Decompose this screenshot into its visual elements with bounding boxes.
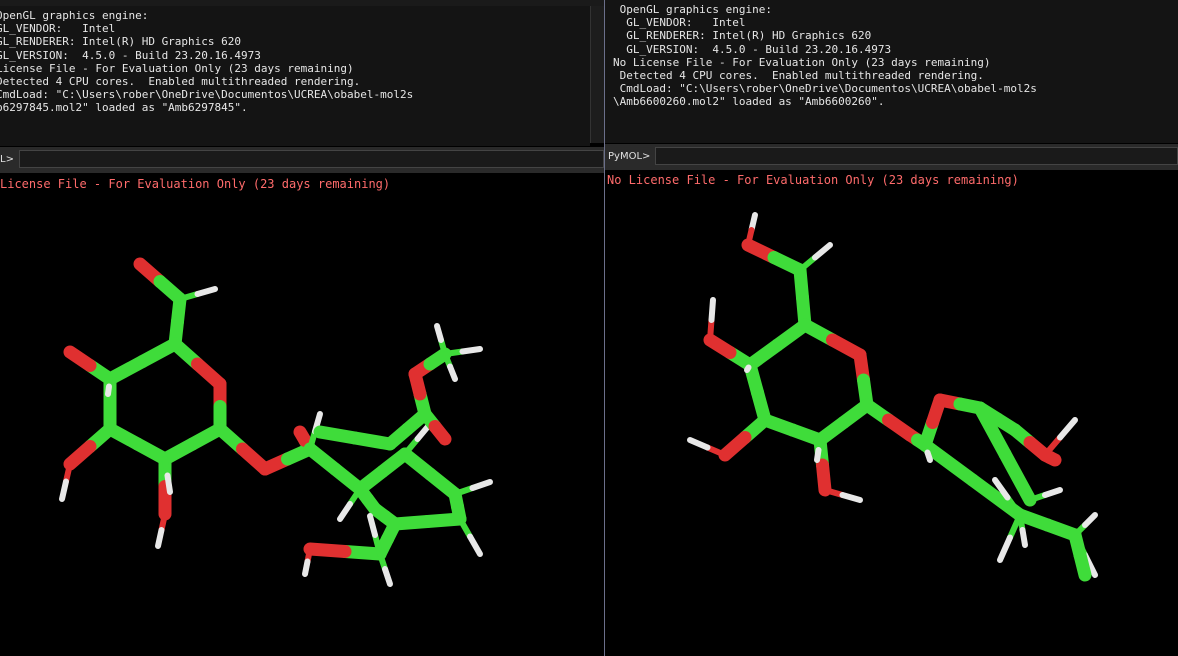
console-line: CmdLoad: "C:\Users\rober\OneDrive\Docume… [0, 88, 414, 102]
bond [434, 323, 444, 343]
console-line: Detected 4 CPU cores. Enabled multithrea… [0, 75, 361, 89]
bond [447, 363, 458, 382]
console-output: OpenGL graphics engine: GL_VENDOR: Intel… [605, 0, 1178, 143]
bond [164, 472, 173, 495]
bond [1073, 548, 1092, 582]
console-line: No License File - For Evaluation Only (2… [613, 55, 991, 69]
bond [155, 527, 165, 549]
console-line: GL_RENDERER: Intel(R) HD Graphics 620 [0, 35, 242, 49]
bond [337, 501, 353, 522]
bond [303, 542, 352, 558]
bond [707, 317, 715, 343]
console-line: b6297845.mol2" loaded as "Amb6297845". [0, 101, 248, 115]
command-bar: PyMOL> [605, 144, 1178, 170]
bond [368, 502, 392, 523]
command-input[interactable] [655, 147, 1178, 165]
bond [194, 286, 218, 297]
pymol-window-right: OpenGL graphics engine: GL_VENDOR: Intel… [605, 0, 1178, 656]
console-line: GL_VENDOR: Intel [0, 22, 116, 36]
bond [703, 333, 737, 359]
bond [918, 438, 979, 487]
bond [59, 478, 69, 502]
bond [771, 318, 812, 352]
console-line: GL_VERSION: 4.5.0 - Build 23.20.16.4973 [613, 42, 892, 56]
bond [428, 420, 452, 446]
molecule-render [687, 212, 1098, 582]
bond [367, 513, 378, 538]
console-line: OpenGL graphics engine: [613, 3, 772, 16]
bond [467, 533, 483, 557]
bond [814, 447, 822, 463]
console-line: CmdLoad: "C:\Users\rober\OneDrive\Docume… [613, 82, 1037, 96]
bond [63, 345, 97, 372]
molecule-viewport[interactable]: No License File - For Evaluation Only (2… [605, 170, 1178, 656]
bond [1082, 512, 1098, 528]
command-bar: L> [0, 147, 604, 173]
bond [136, 337, 182, 368]
bond [1019, 527, 1028, 548]
molecule-viewport[interactable]: License File - For Evaluation Only (23 d… [0, 174, 604, 656]
bond [816, 458, 832, 497]
console-line: GL_VENDOR: Intel [613, 16, 746, 30]
bond [708, 297, 716, 323]
console-line: License File - For Evaluation Only (23 d… [0, 61, 354, 75]
molecule-render [59, 257, 493, 587]
command-input[interactable] [19, 150, 604, 168]
command-prompt: L> [0, 154, 14, 165]
console-line: GL_RENDERER: Intel(R) HD Graphics 620 [613, 29, 872, 43]
console-line: \Amb6600260.mol2" loaded as "Amb6600260"… [613, 95, 885, 109]
bond [998, 447, 1037, 507]
bond [459, 346, 483, 355]
bond [718, 431, 752, 462]
console-scrollbar[interactable] [590, 6, 604, 143]
console-line: GL_VERSION: 4.5.0 - Build 23.20.16.4973 [0, 48, 261, 62]
bond [1057, 417, 1078, 441]
pymol-window-left: OpenGL graphics engine: GL_VENDOR: Intel… [0, 0, 604, 656]
bond [469, 479, 493, 491]
console-line: Detected 4 CPU cores. Enabled multithrea… [613, 69, 984, 83]
bond [687, 437, 711, 451]
bond [744, 364, 752, 373]
bond [924, 449, 933, 463]
bond [63, 440, 97, 471]
bond [997, 534, 1013, 563]
bond [302, 558, 311, 577]
command-prompt: PyMOL> [608, 151, 651, 162]
bond [293, 425, 312, 447]
console-output: OpenGL graphics engine: GL_VENDOR: Intel… [0, 6, 590, 146]
bond [1042, 487, 1063, 498]
bond [812, 242, 833, 261]
bond [382, 566, 393, 587]
bond [1043, 451, 1062, 467]
bond [105, 383, 112, 397]
bond [839, 492, 863, 503]
console-line: OpenGL graphics engine: [0, 9, 149, 22]
